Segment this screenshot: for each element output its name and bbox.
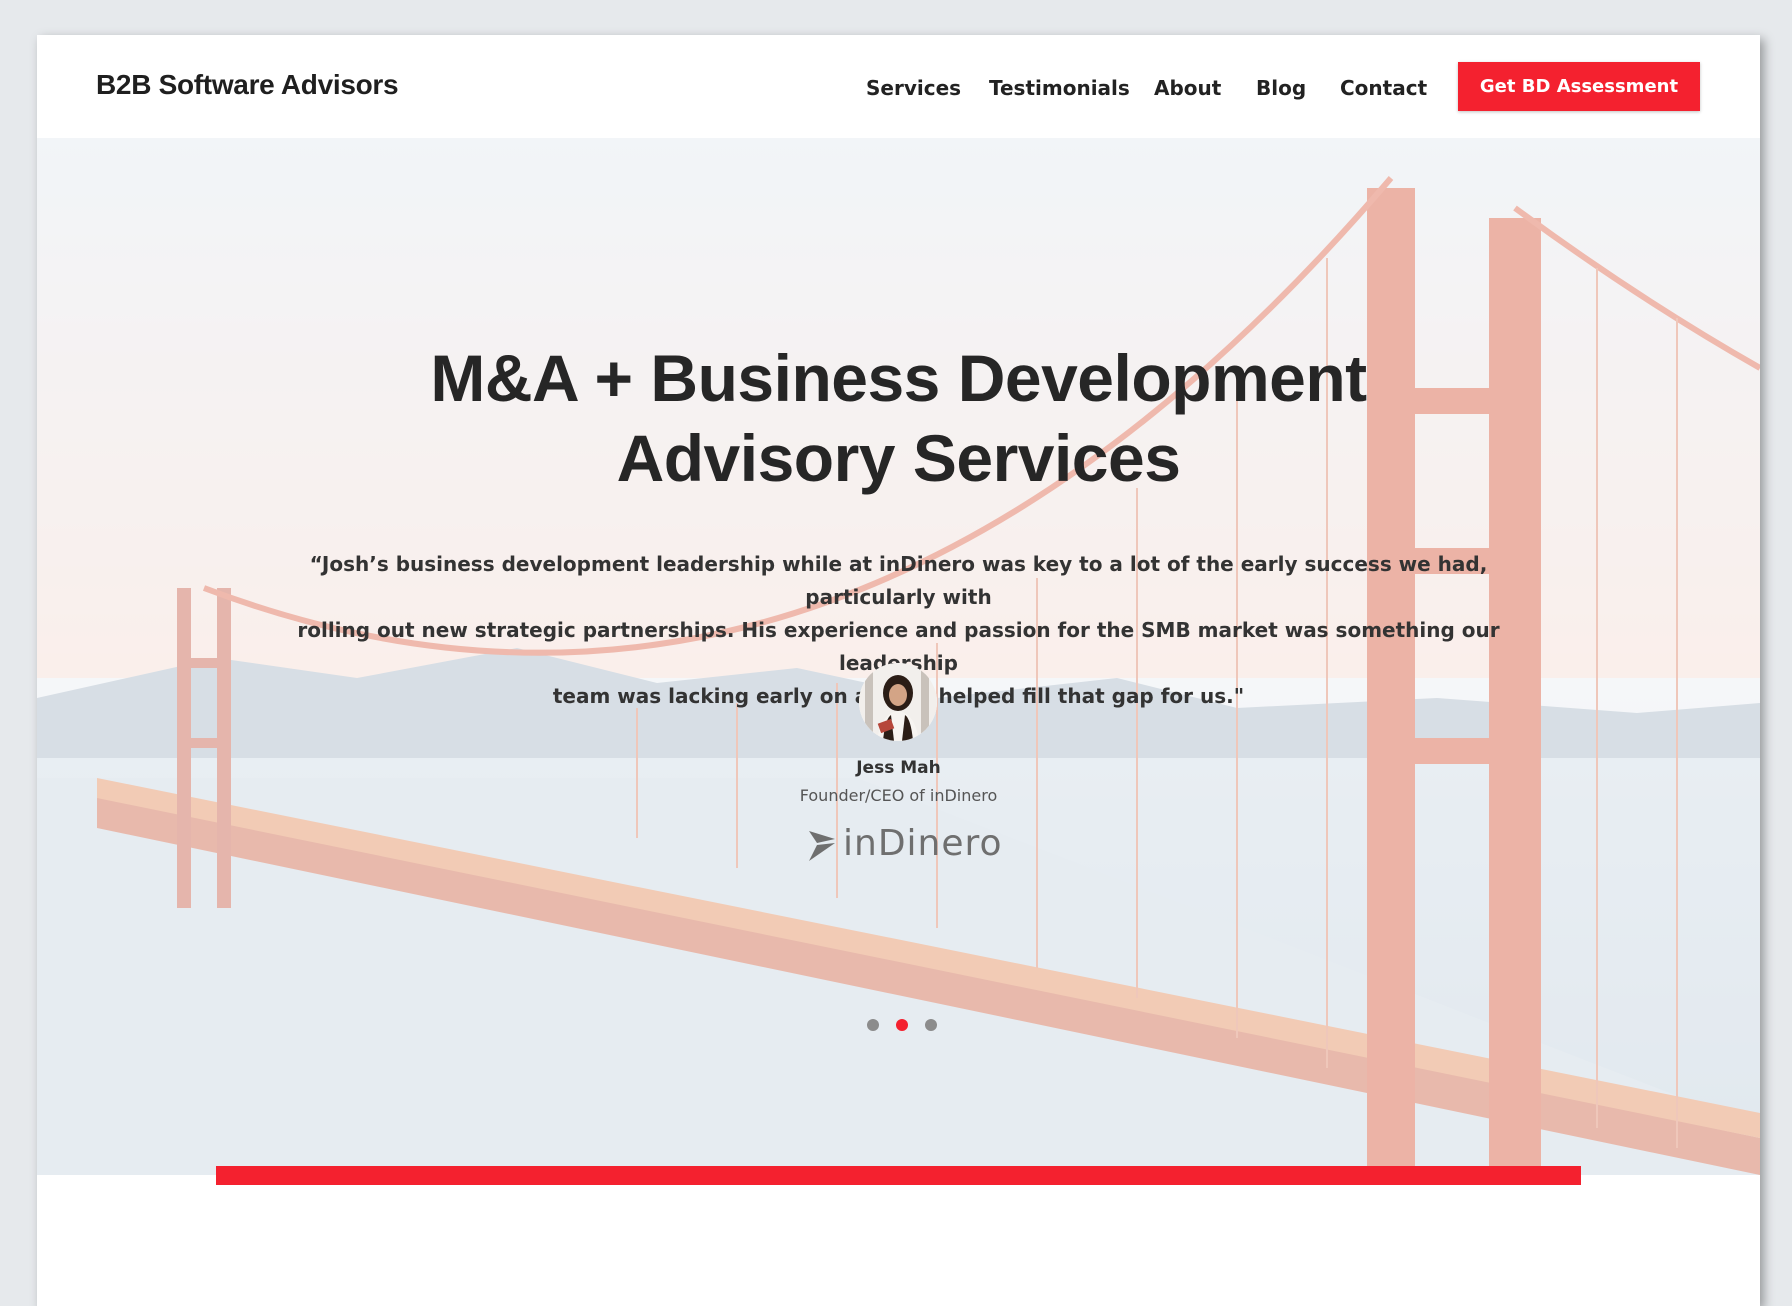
page: B2B Software Advisors Services Testimoni… [37,35,1760,1306]
nav-about[interactable]: About [1154,76,1221,100]
indinero-logo: inDinero [807,823,1002,869]
hero-section: M&A + Business Development Advisory Serv… [37,138,1760,1175]
testimonial-author-name: Jess Mah [856,758,941,778]
header-bar: B2B Software Advisors Services Testimoni… [37,35,1760,138]
carousel-dot-1[interactable] [867,1019,879,1031]
site-logo[interactable]: B2B Software Advisors [96,69,399,101]
carousel-dots [37,1019,1760,1033]
nav-blog[interactable]: Blog [1256,76,1306,100]
testimonial-author-title: Founder/CEO of inDinero [799,786,998,805]
indinero-logo-text: inDinero [843,823,1003,864]
nav-testimonials[interactable]: Testimonials [989,76,1130,100]
nav-contact[interactable]: Contact [1340,76,1427,100]
quote-line-1: “Josh’s business development leadership … [309,552,1488,609]
headline-line-2: Advisory Services [616,421,1181,495]
avatar [859,663,937,741]
person-photo [859,663,937,741]
get-bd-assessment-button[interactable]: Get BD Assessment [1458,62,1700,111]
carousel-dot-3[interactable] [925,1019,937,1031]
carousel-dot-2[interactable] [896,1019,908,1031]
headline-line-1: M&A + Business Development [430,341,1367,415]
indinero-arrow-icon [809,831,835,861]
nav-services[interactable]: Services [866,76,961,100]
accent-bar [216,1166,1581,1185]
hero-headline: M&A + Business Development Advisory Serv… [37,338,1760,498]
